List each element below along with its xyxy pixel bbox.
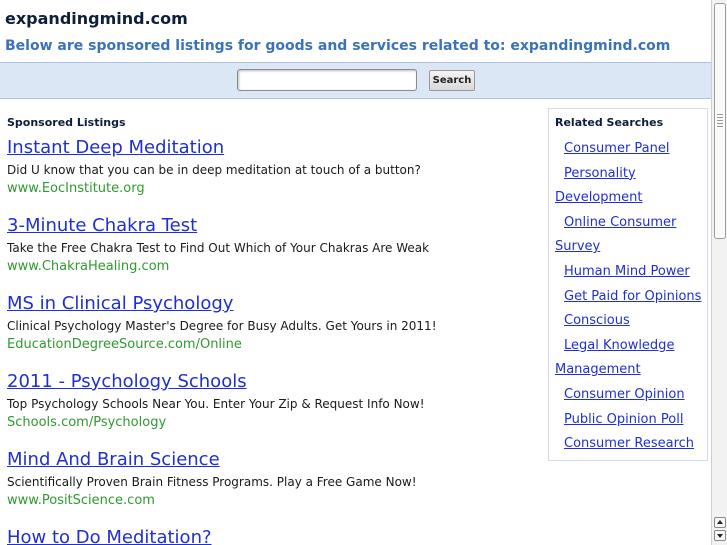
- vertical-scrollbar[interactable]: [711, 0, 727, 545]
- related-search-link[interactable]: Personality: [564, 166, 636, 181]
- scrollbar-thumb[interactable]: [714, 3, 726, 239]
- related-search-link[interactable]: Management: [555, 362, 641, 377]
- listing-description: Did U know that you can be in deep medit…: [7, 163, 421, 177]
- listing-url[interactable]: www.ChakraHealing.com: [7, 258, 537, 275]
- scroll-down-button[interactable]: [714, 530, 726, 541]
- related-search-link[interactable]: Consumer Opinion: [564, 387, 685, 402]
- related-search-link[interactable]: Legal Knowledge: [564, 338, 674, 353]
- listing-item: MS in Clinical Psychology Clinical Psych…: [7, 293, 537, 353]
- arrow-up-icon: [717, 520, 723, 524]
- listing-description: Top Psychology Schools Near You. Enter Y…: [7, 397, 425, 411]
- listing-item: 2011 - Psychology Schools Top Psychology…: [7, 371, 537, 431]
- related-search-link[interactable]: Consumer Panel: [564, 141, 670, 156]
- listing-title-link[interactable]: Instant Deep Meditation: [7, 137, 537, 159]
- arrow-down-icon: [717, 534, 723, 538]
- related-search-link[interactable]: Get Paid for Opinions: [564, 289, 701, 304]
- related-search-link[interactable]: Public Opinion Poll: [564, 412, 683, 427]
- page-header: expandingmind.com Below are sponsored li…: [0, 0, 711, 62]
- page-subtitle: Below are sponsored listings for goods a…: [5, 38, 671, 54]
- related-search-link[interactable]: Conscious: [564, 313, 630, 328]
- related-searches-panel: Related Searches Consumer Panel Personal…: [548, 108, 708, 461]
- related-search-link[interactable]: Development: [555, 190, 643, 205]
- listing-description: Scientifically Proven Brain Fitness Prog…: [7, 475, 417, 489]
- scroll-up-button[interactable]: [714, 517, 726, 528]
- search-bar: Search: [0, 62, 711, 99]
- listing-description: Take the Free Chakra Test to Find Out Wh…: [7, 241, 430, 255]
- listing-url[interactable]: www.EocInstitute.org: [7, 180, 537, 197]
- listing-item: 3-Minute Chakra Test Take the Free Chakr…: [7, 215, 537, 275]
- related-searches-list: Consumer Panel Personality Development O…: [549, 137, 709, 457]
- related-search-link[interactable]: Consumer Research: [564, 436, 694, 451]
- grip-icon: [717, 114, 723, 128]
- sponsored-listings-heading: Sponsored Listings: [7, 116, 126, 129]
- listing-item: How to Do Meditation?: [7, 527, 537, 545]
- related-search-link[interactable]: Human Mind Power: [564, 264, 690, 279]
- listing-url[interactable]: www.PositScience.com: [7, 492, 537, 509]
- listing-title-link[interactable]: 2011 - Psychology Schools: [7, 371, 537, 393]
- related-search-link[interactable]: Survey: [555, 239, 600, 254]
- listing-item: Instant Deep Meditation Did U know that …: [7, 137, 537, 197]
- search-button[interactable]: Search: [429, 70, 475, 91]
- listing-url[interactable]: Schools.com/Psychology: [7, 414, 537, 431]
- listing-item: Mind And Brain Science Scientifically Pr…: [7, 449, 537, 509]
- listing-title-link[interactable]: MS in Clinical Psychology: [7, 293, 537, 315]
- site-title: expandingmind.com: [5, 9, 188, 28]
- listing-title-link[interactable]: 3-Minute Chakra Test: [7, 215, 537, 237]
- related-search-link[interactable]: Online Consumer: [564, 215, 676, 230]
- listing-title-link[interactable]: How to Do Meditation?: [7, 527, 537, 545]
- related-searches-heading: Related Searches: [555, 116, 664, 129]
- search-input[interactable]: [237, 69, 417, 91]
- sponsored-listings: Sponsored Listings Instant Deep Meditati…: [0, 98, 545, 545]
- listing-url[interactable]: EducationDegreeSource.com/Online: [7, 336, 537, 353]
- listing-title-link[interactable]: Mind And Brain Science: [7, 449, 537, 471]
- listing-description: Clinical Psychology Master's Degree for …: [7, 319, 437, 333]
